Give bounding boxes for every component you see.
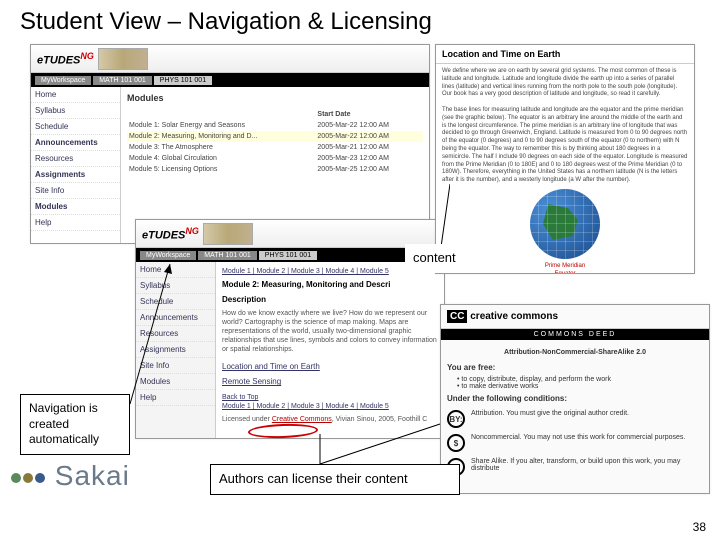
- table-row[interactable]: Module 3: The Atmosphere2005-Mar-21 12:0…: [127, 142, 423, 153]
- table-row[interactable]: Module 4: Global Circulation2005-Mar-23 …: [127, 153, 423, 164]
- modules-table: Start Date Module 1: Solar Energy and Se…: [127, 109, 423, 175]
- nav-siteinfo[interactable]: Site Info: [31, 183, 120, 199]
- cc-header: CC creative commons: [441, 305, 709, 329]
- tab-math[interactable]: MATH 101 001: [198, 251, 257, 260]
- cc-free-heading: You are free:: [447, 359, 703, 376]
- arrow-nav: [120, 254, 200, 414]
- content-paragraph: The base lines for measuring latitude an…: [442, 107, 688, 185]
- cc-nc-item: $ Noncommercial. You may not use this wo…: [447, 431, 703, 455]
- cc-cond-heading: Under the following conditions:: [447, 390, 703, 407]
- nav-modules[interactable]: Modules: [31, 199, 120, 215]
- app-header: eTUDESNG: [31, 45, 429, 73]
- table-row[interactable]: Module 2: Measuring, Monitoring and D...…: [127, 131, 423, 142]
- screenshot-cc-deed: CC creative commons COMMONS DEED Attribu…: [440, 304, 710, 494]
- nav-help[interactable]: Help: [31, 215, 120, 231]
- tab-math[interactable]: MATH 101 001: [93, 76, 152, 85]
- nav-announcements[interactable]: Announcements: [31, 135, 120, 151]
- description-label: Description: [222, 292, 438, 307]
- etudes-logo: eTUDESNG: [37, 51, 94, 67]
- cc-deed-bar: COMMONS DEED: [441, 329, 709, 340]
- globe-image: [530, 189, 600, 259]
- modules-heading: Modules: [127, 91, 423, 105]
- slide-title: Student View – Navigation & Licensing: [0, 0, 720, 44]
- nav-resources[interactable]: Resources: [31, 151, 120, 167]
- table-row[interactable]: Module 1: Solar Energy and Seasons2005-M…: [127, 120, 423, 131]
- nav-home[interactable]: Home: [31, 87, 120, 103]
- cc-sa-item: ↻ Share Alike. If you alter, transform, …: [447, 455, 703, 479]
- callout-content: content: [405, 244, 464, 273]
- page-number: 38: [693, 520, 706, 534]
- left-nav: Home Syllabus Schedule Announcements Res…: [31, 87, 121, 244]
- module-description: How do we know exactly where we live? Ho…: [222, 307, 438, 356]
- content-title: Location and Time on Earth: [436, 45, 694, 64]
- cc-body: Attribution-NonCommercial-ShareAlike 2.0…: [441, 340, 709, 485]
- slide-canvas: eTUDESNG MyWorkspace MATH 101 001 PHYS 1…: [10, 44, 710, 494]
- tab-workspace[interactable]: MyWorkspace: [35, 76, 91, 85]
- screenshot-content-page: Location and Time on Earth We define whe…: [435, 44, 695, 274]
- section-link-location[interactable]: Location and Time on Earth: [222, 356, 438, 377]
- cc-logo: CC creative commons: [447, 311, 558, 322]
- callout-navigation: Navigation is created automatically: [20, 394, 130, 455]
- cc-by-item: BY: Attribution. You must give the origi…: [447, 407, 703, 431]
- globe-label-meridian: Prime Meridian: [442, 263, 688, 271]
- cc-license-name: Attribution-NonCommercial-ShareAlike 2.0: [447, 346, 703, 359]
- etudes-logo: eTUDESNG: [142, 226, 199, 242]
- module-title: Module 2: Measuring, Monitoring and Desc…: [222, 277, 438, 292]
- tab-phys[interactable]: PHYS 101 001: [259, 251, 317, 260]
- nav-assignments[interactable]: Assignments: [31, 167, 120, 183]
- cc-free-item: • to copy, distribute, display, and perf…: [447, 376, 703, 383]
- callout-authors-license: Authors can license their content: [210, 464, 460, 495]
- sakai-logo: Sakai: [10, 460, 130, 492]
- module-breadcrumb-bottom[interactable]: Module 1 | Module 2 | Module 3 | Module …: [222, 401, 438, 412]
- content-body: We define where we are on earth by sever…: [436, 64, 694, 274]
- section-link-remote[interactable]: Remote Sensing: [222, 377, 438, 392]
- module-detail-panel: Module 1 | Module 2 | Module 3 | Module …: [216, 262, 444, 439]
- back-to-top-link[interactable]: Back to Top: [222, 394, 258, 401]
- header-photo: [98, 48, 148, 70]
- content-paragraph: We define where we are on earth by sever…: [442, 68, 688, 99]
- globe-label-equator: Equator: [442, 271, 688, 274]
- nav-syllabus[interactable]: Syllabus: [31, 103, 120, 119]
- nav-schedule[interactable]: Schedule: [31, 119, 120, 135]
- col-start-date[interactable]: Start Date: [315, 109, 423, 120]
- cc-free-item: • to make derivative works: [447, 383, 703, 390]
- header-photo: [203, 223, 253, 245]
- course-tabs: MyWorkspace MATH 101 001 PHYS 101 001: [31, 73, 429, 87]
- tab-phys[interactable]: PHYS 101 001: [154, 76, 212, 85]
